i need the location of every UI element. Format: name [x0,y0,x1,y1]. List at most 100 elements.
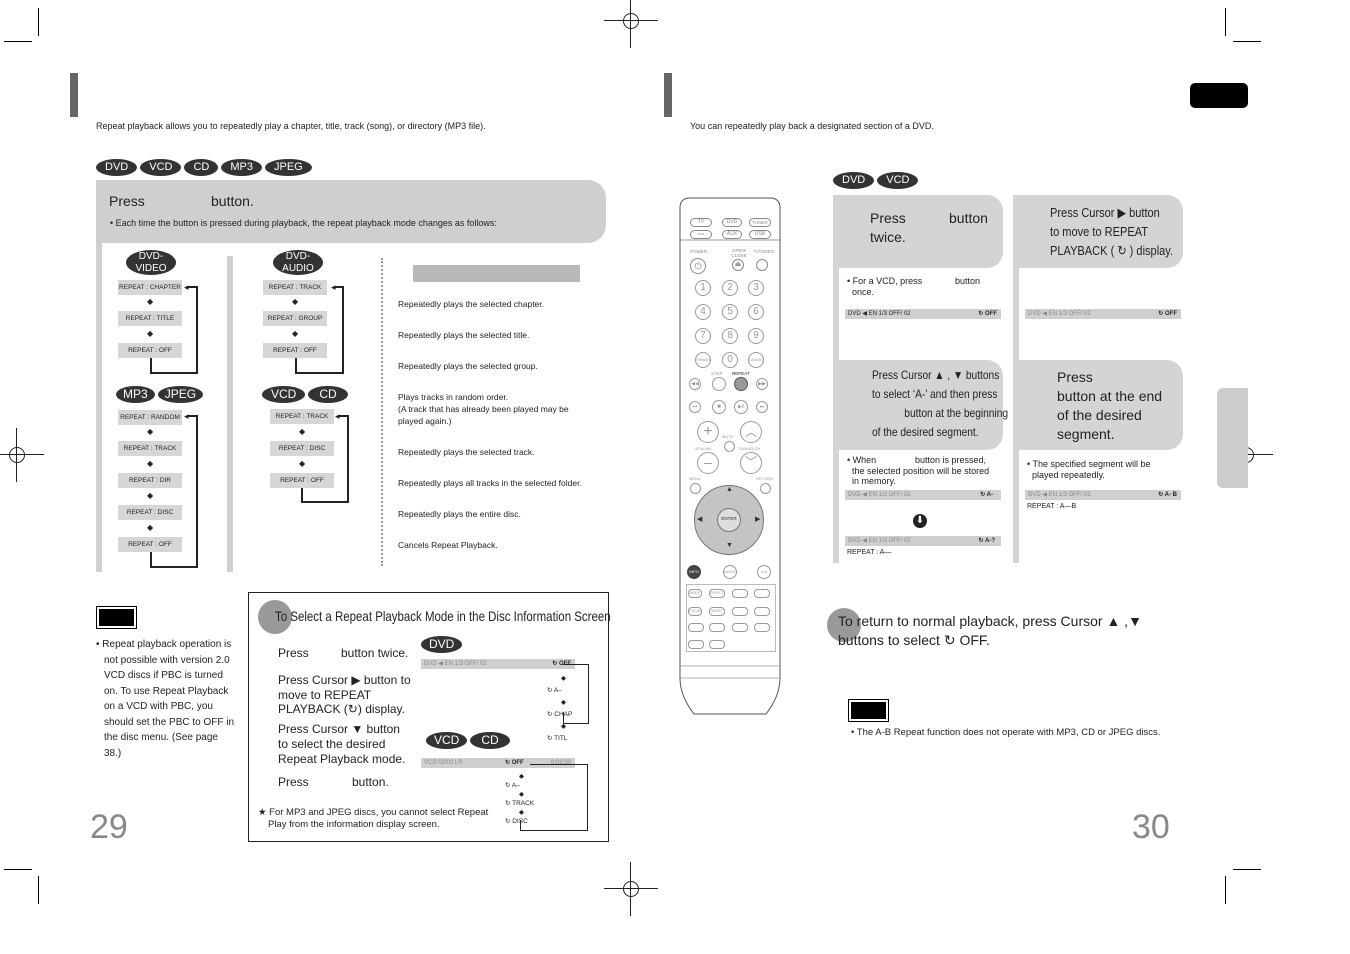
intro-text: You can repeatedly play back a designate… [690,121,934,131]
step3-line: of the desired segment. [872,425,979,439]
effect-button[interactable]: EFFECT [709,589,725,598]
digit-6-button[interactable]: 6 [748,304,764,320]
crop-mark [1233,41,1261,42]
mode-button[interactable]: MODE [688,589,702,598]
step4-line: of the desired [1057,407,1142,423]
aux-button[interactable]: AUX [722,230,742,239]
tuner-button[interactable]: TUNER [749,218,771,227]
return-button[interactable] [760,483,771,494]
osd-text: DVD ◀ EN 1/3 OFF/ 02 [1028,492,1091,498]
remain-button[interactable]: REMAIN [695,352,711,368]
desc-random-3: played again.) [398,416,452,426]
info-step3: Press Cursor ▼ button to select the desi… [278,722,405,767]
crop-mark [4,869,32,870]
tv-video-button[interactable] [756,259,768,271]
digit-5-button[interactable]: 5 [722,304,738,320]
prev-button[interactable]: ⏮ [689,401,701,413]
tuning-up-button[interactable]: ︿ [740,421,762,443]
badge-text: VIDEO [135,263,167,274]
repeat-button[interactable] [734,377,748,391]
bullet-text: played repeatedly. [1032,469,1105,480]
tv-video-label: TV/VIDEO [753,249,775,254]
digit-0-button[interactable]: 0 [722,352,738,368]
badge-dvd-video: DVD- VIDEO [126,250,176,275]
dimmer-button[interactable] [709,640,725,649]
return-line: buttons to select ↻ OFF. [838,632,990,648]
badges-vcd-cd: VCD CD [426,731,513,749]
step-label: STEP [711,371,723,376]
loop-arrow [563,712,564,724]
digit-3-button[interactable]: 3 [748,280,764,296]
tuning-down-button[interactable]: ﹀ [740,452,762,474]
badge-mp3: MP3 [221,159,262,176]
registration-mark [0,428,44,482]
osd-text: VCD 02/02 LR [424,760,463,766]
osd-value: ↻ A- B [1158,492,1177,498]
digest-button[interactable] [754,623,770,632]
fast-forward-button[interactable]: ▶▶ [756,378,768,390]
tv-button[interactable]: TV [690,218,712,227]
osd-text: DVD ◀ EN 1/3 OFF/ 02 [424,661,487,667]
badge-cd: CD [184,159,219,176]
badge-text: DVD- [285,251,311,262]
subtitle-button[interactable]: SUB TITLE [757,565,771,579]
sound-edit-button[interactable] [754,607,770,616]
power-button[interactable]: ⏻ [690,258,706,274]
digit-7-button[interactable]: 7 [695,328,711,344]
step1-box [833,195,1003,268]
badges-mp3-jpeg: MP3 JPEG [116,385,206,403]
badge-vcd: VCD [426,732,468,749]
dsp-eq-button[interactable] [732,589,748,598]
crop-mark [1225,8,1226,36]
slide-mode-button[interactable] [732,623,748,632]
next-button[interactable]: ⏭ [756,401,768,413]
digit-1-button[interactable]: 1 [695,280,711,296]
mo-st-button[interactable]: MO/ST [709,607,725,616]
note-line: on a VCD with PBC, you [104,701,213,712]
logo-button[interactable] [732,607,748,616]
zoom-button[interactable] [688,623,704,632]
title-bar [70,73,78,117]
digit-9-button[interactable]: 9 [748,328,764,344]
volume-up-button[interactable]: + [697,421,719,443]
pscan-button[interactable]: P.SCAN [688,607,702,616]
desc-folder: Repeatedly plays all tracks in the selec… [398,478,582,488]
play-pause-button[interactable]: ▶‖ [734,400,748,414]
cursor-down-icon[interactable]: ▼ [726,542,733,549]
arrow-down-icon: ⬇ [913,514,927,528]
crop-mark [1233,869,1261,870]
step3-line: to select ‘A-’ and then press [872,387,998,401]
usb-button[interactable]: USB [749,230,771,239]
ez-view-button[interactable] [709,623,725,632]
step3-bullet: • When button is pressed, the selected po… [847,455,990,486]
cancel-button[interactable]: CANCEL [748,352,764,368]
rewind-button[interactable]: ◀◀ [689,378,701,390]
dvd-button[interactable]: DVD [722,218,742,227]
power-label: POWER [690,249,708,254]
test-tone-button[interactable] [754,589,770,598]
crop-mark [38,876,39,904]
cursor-up-icon[interactable]: ▲ [726,486,733,493]
menu-button[interactable] [690,483,701,494]
step-button[interactable] [712,377,726,391]
badge-cd: CD [470,732,510,749]
badge-cd: CD [308,386,348,403]
open-close-button[interactable]: ⏏ [732,259,744,271]
volume-down-button[interactable]: – [697,452,719,474]
dvd-receiver-button[interactable]: DVD RECEIVER [690,230,712,239]
sleep-button[interactable] [688,640,704,649]
cursor-left-icon[interactable]: ◀ [697,515,702,523]
mute-button[interactable] [724,441,735,452]
remote-control: TV DVD TUNER DVD RECEIVER AUX USB POWER … [676,196,784,716]
cursor-right-icon[interactable]: ▶ [755,515,760,523]
step-bullet: • Each time the button is pressed during… [110,218,497,228]
enter-button[interactable]: ENTER [717,508,741,532]
side-tab [1217,388,1248,488]
digit-4-button[interactable]: 4 [695,304,711,320]
stop-button[interactable]: ■ [712,400,726,414]
digit-8-button[interactable]: 8 [722,328,738,344]
audio-button[interactable]: AUDIO [723,565,737,579]
info-button[interactable]: INFO [687,565,701,579]
bullet-text: button [955,276,981,286]
digit-2-button[interactable]: 2 [722,280,738,296]
